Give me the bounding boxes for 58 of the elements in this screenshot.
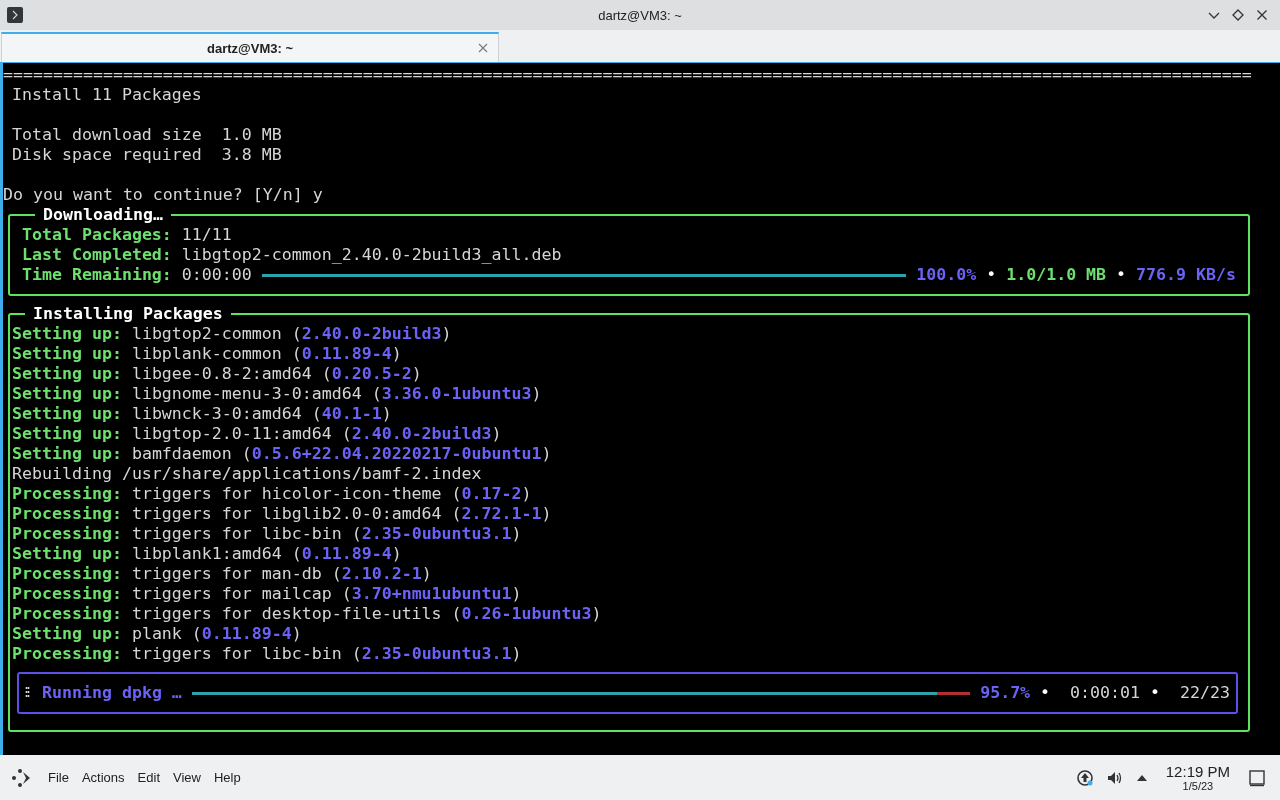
task-label: Running dpkg …	[42, 683, 182, 703]
percent-text: 100.0%	[916, 265, 977, 285]
count-text: 22/23	[1180, 683, 1230, 703]
menu-item[interactable]: Actions	[81, 770, 125, 785]
menu-item[interactable]: Edit	[137, 770, 160, 785]
log-line: Rebuilding /usr/share/applications/bamf-2.index	[12, 464, 483, 484]
percent-text: 95.7%	[980, 683, 1031, 703]
terminal-line: Do you want to continue? [Y/n] y	[3, 185, 324, 205]
log-line: Setting up: libplank1:amd64 (0.11.89-4)	[12, 544, 403, 564]
separator-dot: •	[1040, 683, 1051, 703]
log-line: Setting up: libgtop-2.0-11:amd64 (2.40.0-2build3)	[12, 424, 503, 444]
log-line: Setting up: libgee-0.8-2:amd64 (0.20.5-2)	[12, 364, 423, 384]
log-line: Setting up: plank (0.11.89-4)	[12, 624, 303, 644]
terminal-line: =============================================================================================================================	[3, 65, 1253, 85]
log-line: Processing: triggers for mailcap (3.70+nmu1ubuntu1)	[12, 584, 523, 604]
terminal-line: Total download size 1.0 MB	[11, 125, 283, 145]
menu-item[interactable]: File	[48, 770, 69, 785]
menu-item[interactable]: View	[173, 770, 201, 785]
field-value: libgtop2-common_2.40.0-2build3_all.deb	[181, 245, 562, 265]
log-line: Processing: triggers for desktop-file-utils (0.26-1ubuntu3)	[12, 604, 603, 624]
spinner-icon	[25, 686, 30, 700]
log-line: Setting up: libwnck-3-0:amd64 (40.1-1)	[12, 404, 393, 424]
menu-item[interactable]: Help	[213, 770, 241, 785]
speed-text: 776.9 KB/s	[1136, 265, 1236, 285]
panel-title: Downloading…	[42, 205, 164, 225]
elapsed-text: 0:00:01	[1070, 683, 1141, 703]
size-text: 1.0/1.0 MB	[1006, 265, 1107, 285]
expand-tray-icon[interactable]	[1135, 773, 1148, 782]
field-value: 11/11	[181, 225, 232, 245]
field-label: Time Remaining:	[22, 265, 172, 285]
log-line: Processing: triggers for libc-bin (2.35-0ubuntu3.1)	[12, 644, 523, 664]
close-tab-icon[interactable]	[478, 43, 488, 53]
terminal-line: Disk space required 3.8 MB	[11, 145, 283, 165]
clock-date[interactable]: 1/5/23	[1182, 780, 1214, 792]
log-line: Setting up: libgtop2-common (2.40.0-2build3)	[12, 324, 453, 344]
log-line: Processing: triggers for hicolor-icon-theme (0.17-2)	[12, 484, 533, 504]
log-line: Processing: triggers for man-db (2.10.2-1)	[12, 564, 433, 584]
field-label: Last Completed:	[22, 245, 172, 265]
tab[interactable]: dartz@VM3: ~	[1, 32, 499, 62]
terminal-line: Install 11 Packages	[11, 85, 203, 105]
close-icon[interactable]	[1256, 9, 1268, 21]
panel-title: Installing Packages	[32, 304, 224, 324]
window-title: dartz@VM3: ~	[598, 7, 682, 23]
field-value: 0:00:00	[181, 265, 252, 285]
update-icon[interactable]	[1075, 768, 1094, 787]
show-desktop-icon[interactable]	[1248, 768, 1266, 787]
log-line: Setting up: libgnome-menu-3-0:amd64 (3.36.0-1ubuntu3)	[12, 384, 543, 404]
log-line: Setting up: bamfdaemon (0.5.6+22.04.20220217-0ubuntu1)	[12, 444, 553, 464]
log-line: Processing: triggers for libc-bin (2.35-0ubuntu3.1)	[12, 524, 523, 544]
field-label: Total Packages:	[22, 225, 172, 245]
separator-dot: •	[986, 265, 997, 285]
separator-dot: •	[1150, 683, 1161, 703]
separator-dot: •	[1116, 265, 1127, 285]
terminal-icon	[7, 7, 23, 23]
clock-time[interactable]: 12:19 PM	[1165, 763, 1230, 780]
log-line: Processing: triggers for libglib2.0-0:amd64 (2.72.1-1)	[12, 504, 553, 524]
log-line: Setting up: libplank-common (0.11.89-4)	[12, 344, 403, 364]
maximize-icon[interactable]	[1232, 9, 1244, 21]
